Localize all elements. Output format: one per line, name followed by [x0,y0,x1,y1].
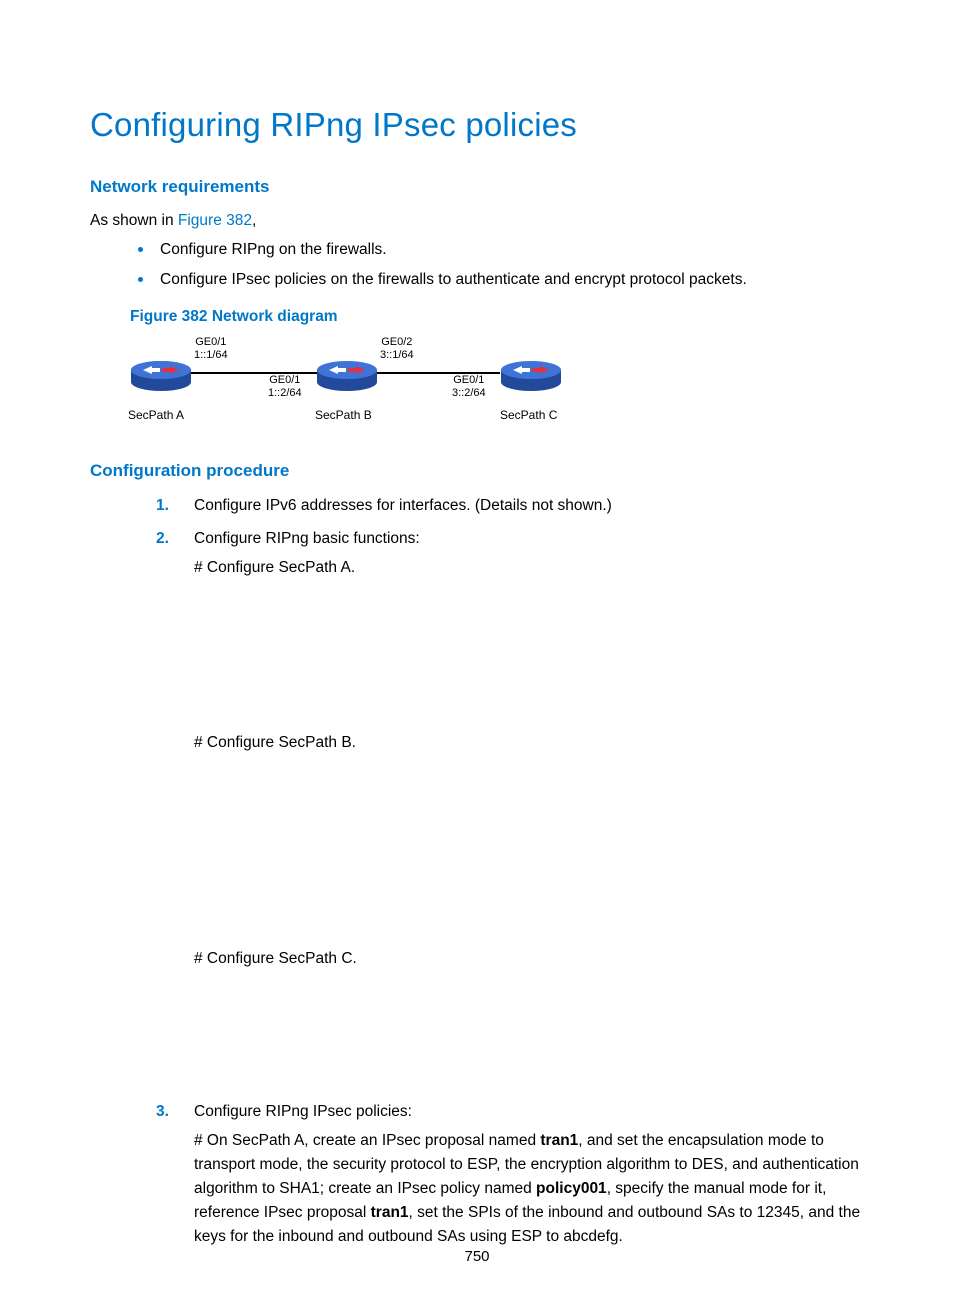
requirements-list: Configure RIPng on the firewalls. Config… [130,238,864,291]
list-item-text: Configure RIPng on the firewalls. [160,241,387,258]
configuration-steps: Configure IPv6 addresses for interfaces.… [90,494,864,1250]
device-label: SecPath C [500,406,557,424]
intro-prefix: As shown in [90,212,178,229]
step3-paragraph: # On SecPath A, create an IPsec proposal… [194,1129,864,1249]
iface-name: GE0/1 [268,374,302,387]
list-item: Configure RIPng on the firewalls. [130,238,864,261]
iface-name: GE0/1 [452,374,486,387]
text-run: # On SecPath A, create an IPsec proposal… [194,1132,540,1149]
iface-addr: 1::1/64 [194,349,228,362]
step-item: Configure IPv6 addresses for interfaces.… [90,494,864,517]
figure-caption: Figure 382 Network diagram [130,305,864,328]
iface-addr: 3::2/64 [452,387,486,400]
page-title: Configuring RIPng IPsec policies [90,100,864,150]
step-item: Configure RIPng basic functions: # Confi… [90,527,864,1090]
sub-instruction: # Configure SecPath C. [194,947,864,970]
iface-name: GE0/1 [194,336,228,349]
router-icon [316,358,378,388]
section-network-requirements-heading: Network requirements [90,174,864,200]
device-label: SecPath A [128,406,184,424]
iface-addr: 3::1/64 [380,349,414,362]
page-number: 750 [0,1246,954,1269]
sub-instruction: # Configure SecPath A. [194,556,864,579]
policy-name: policy001 [536,1180,607,1197]
proposal-name: tran1 [540,1132,578,1149]
list-item-text: Configure IPsec policies on the firewall… [160,271,747,288]
list-item: Configure IPsec policies on the firewall… [130,268,864,291]
router-icon [500,358,562,388]
figure-382-link[interactable]: Figure 382 [178,212,252,229]
device-label: SecPath B [315,406,372,424]
intro-suffix: , [252,212,256,229]
iface-addr: 1::2/64 [268,387,302,400]
section-configuration-procedure-heading: Configuration procedure [90,458,864,484]
router-icon [130,358,192,388]
iface-name: GE0/2 [380,336,414,349]
step-text: Configure IPv6 addresses for interfaces.… [194,497,612,514]
sub-instruction: # Configure SecPath B. [194,731,864,754]
network-diagram: GE0/1 1::1/64 GE0/1 1::2/64 GE0/2 3::1/6… [130,336,864,428]
step-text: Configure RIPng basic functions: [194,530,420,547]
intro-text: As shown in Figure 382, [90,209,864,232]
step-item: Configure RIPng IPsec policies: # On Sec… [90,1100,864,1249]
proposal-name: tran1 [371,1204,409,1221]
step-text: Configure RIPng IPsec policies: [194,1103,412,1120]
